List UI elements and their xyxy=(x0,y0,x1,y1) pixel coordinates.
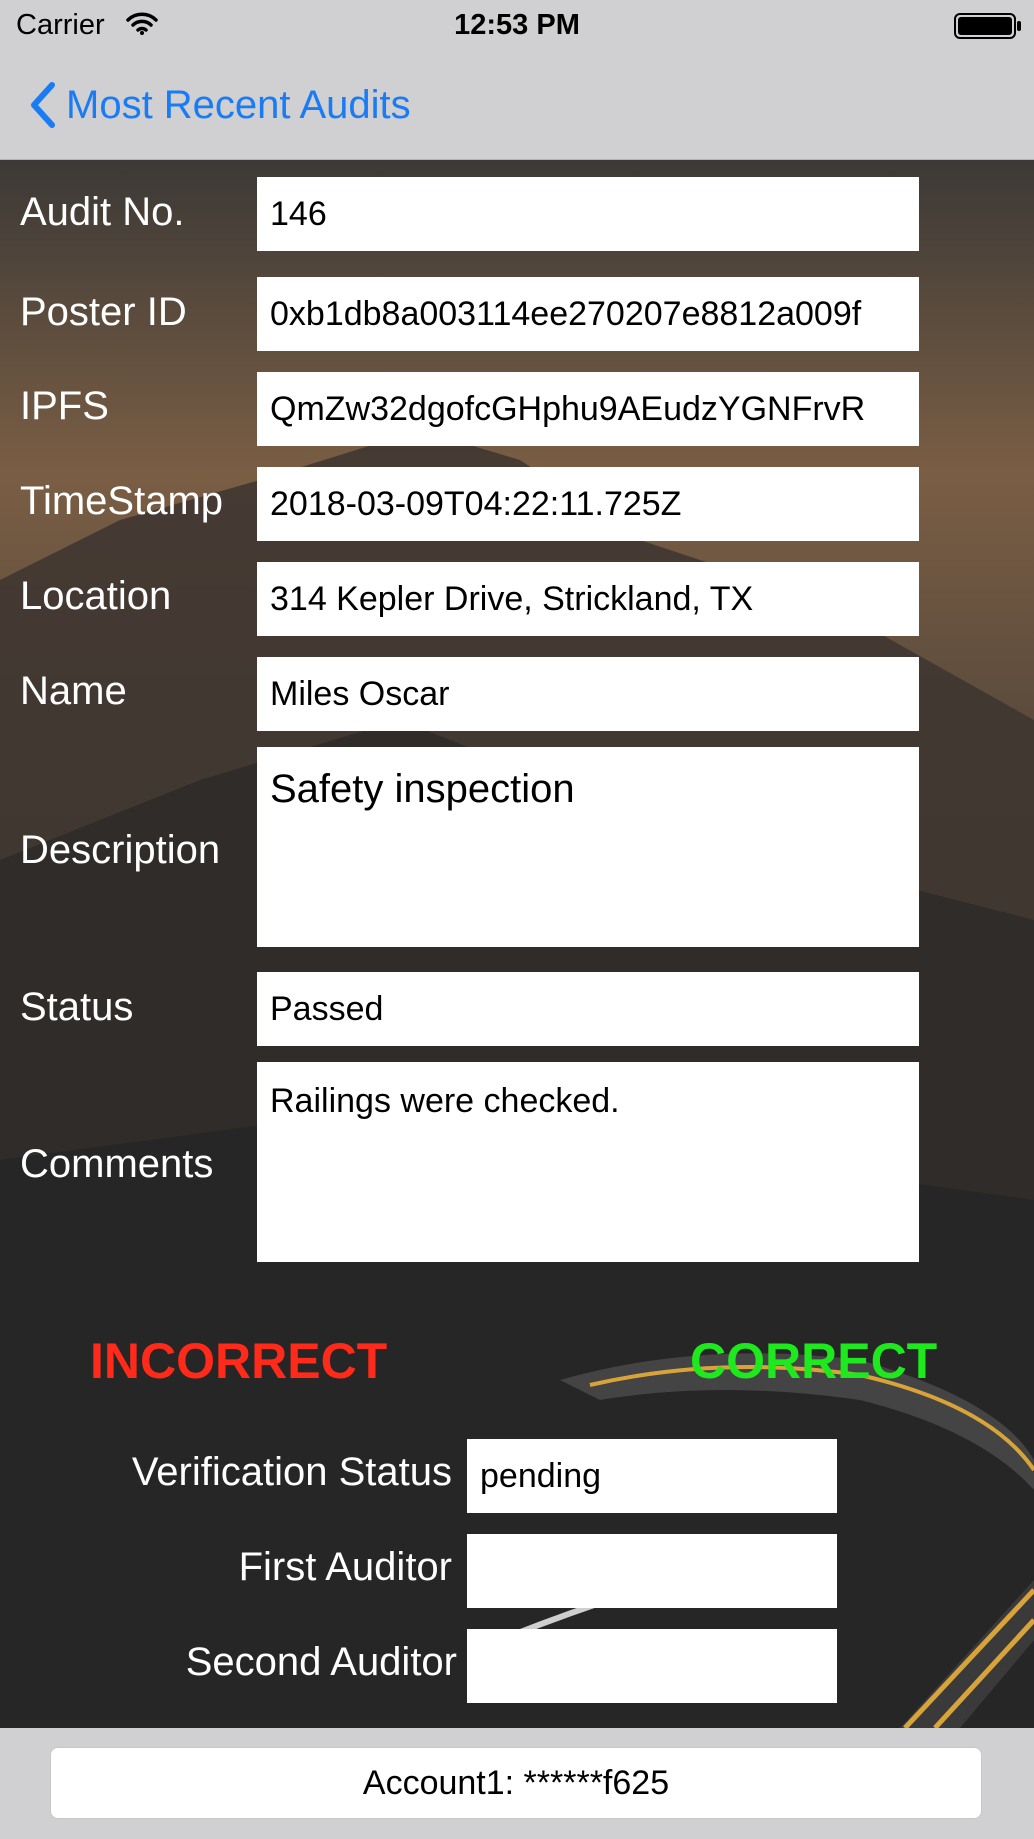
chevron-left-icon xyxy=(31,82,55,128)
correct-button[interactable]: CORRECT xyxy=(690,1332,937,1390)
first-auditor-label: First Auditor xyxy=(238,1545,452,1589)
incorrect-button[interactable]: INCORRECT xyxy=(90,1332,387,1390)
name-field[interactable]: Miles Oscar xyxy=(257,657,919,731)
status-bar: Carrier 12:53 PM xyxy=(0,0,1034,52)
second-auditor-field[interactable] xyxy=(467,1629,837,1703)
account-button[interactable]: Account1: ******f625 xyxy=(50,1747,982,1819)
ipfs-label: IPFS xyxy=(20,384,109,428)
timestamp-field[interactable]: 2018-03-09T04:22:11.725Z xyxy=(257,467,919,541)
description-label: Description xyxy=(20,828,221,872)
location-label: Location xyxy=(20,574,172,618)
verification-status-label: Verification Status xyxy=(131,1450,452,1494)
back-button[interactable]: Most Recent Audits xyxy=(28,80,411,130)
footer-bar: Account1: ******f625 xyxy=(0,1728,1034,1839)
location-field[interactable]: 314 Kepler Drive, Strickland, TX xyxy=(257,562,919,636)
verification-status-field[interactable]: pending xyxy=(467,1439,837,1513)
status-field[interactable]: Passed xyxy=(257,972,919,1046)
back-button-label: Most Recent Audits xyxy=(66,82,411,127)
navigation-bar: Most Recent Audits xyxy=(0,52,1034,160)
poster-id-field[interactable]: 0xb1db8a003114ee270207e8812a009f xyxy=(257,277,919,351)
description-textarea[interactable]: Safety inspection xyxy=(257,747,919,947)
second-auditor-label: Second Auditor xyxy=(185,1640,457,1684)
audit-number-field[interactable]: 146 xyxy=(257,177,919,251)
audit-detail-view: Audit No. 146 Poster ID 0xb1db8a003114ee… xyxy=(0,160,1034,1728)
clock: 12:53 PM xyxy=(454,9,580,41)
timestamp-label: TimeStamp xyxy=(20,479,224,523)
status-label: Status xyxy=(20,985,134,1029)
comments-textarea[interactable]: Railings were checked. xyxy=(257,1062,919,1262)
first-auditor-field[interactable] xyxy=(467,1534,837,1608)
comments-label: Comments xyxy=(20,1142,214,1186)
poster-id-label: Poster ID xyxy=(20,290,187,334)
audit-number-label: Audit No. xyxy=(20,190,185,234)
name-label: Name xyxy=(20,669,127,713)
battery-icon xyxy=(954,12,1022,48)
ipfs-field[interactable]: QmZw32dgofcGHphu9AEudzYGNFrvR xyxy=(257,372,919,446)
